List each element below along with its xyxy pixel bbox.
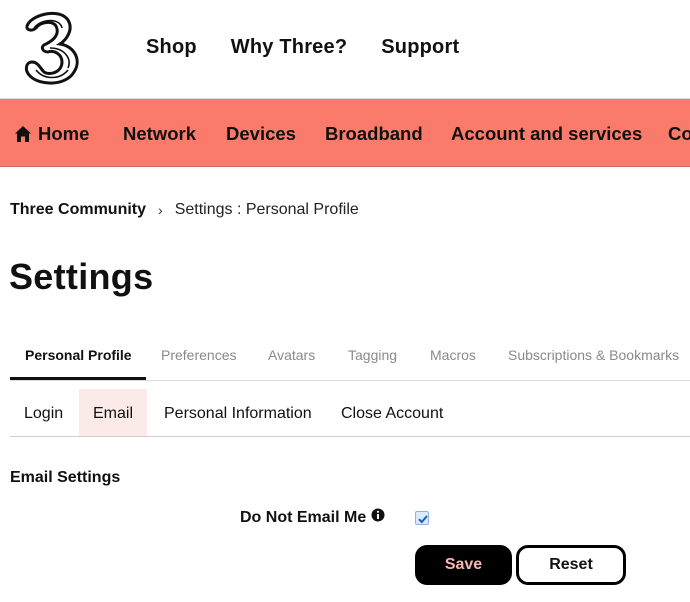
page-title: Settings (9, 256, 154, 297)
subtab-personal-information[interactable]: Personal Information (150, 389, 326, 436)
do-not-email-checkbox[interactable] (415, 511, 429, 525)
main-nav: Home Network Devices Broadband Account a… (0, 98, 690, 167)
info-icon[interactable] (371, 508, 385, 527)
nav-home-label: Home (38, 123, 90, 144)
nav-devices[interactable]: Devices (226, 123, 296, 145)
home-icon (15, 126, 31, 142)
nav-home[interactable]: Home (14, 123, 89, 145)
nav-community[interactable]: Co (668, 123, 690, 145)
three-logo[interactable] (20, 10, 82, 86)
nav-network[interactable]: Network (123, 123, 196, 145)
tab-personal-profile[interactable]: Personal Profile (25, 347, 132, 363)
tab-avatars[interactable]: Avatars (268, 347, 315, 363)
checkmark-icon (418, 515, 428, 524)
breadcrumb-separator: › (158, 202, 163, 218)
nav-shop-link[interactable]: Shop (146, 36, 197, 59)
email-settings-heading: Email Settings (10, 469, 121, 486)
nav-broadband[interactable]: Broadband (325, 123, 423, 145)
tab-tagging[interactable]: Tagging (348, 347, 397, 363)
breadcrumb-current: Settings : Personal Profile (174, 201, 359, 218)
breadcrumb: Three Community › Settings : Personal Pr… (10, 201, 359, 219)
subtab-login[interactable]: Login (10, 389, 77, 436)
settings-tabs: Personal Profile Preferences Avatars Tag… (10, 335, 690, 381)
subtab-close-account[interactable]: Close Account (327, 389, 457, 436)
top-nav: Shop Why Three? Support (146, 36, 493, 59)
tab-subscriptions-bookmarks[interactable]: Subscriptions & Bookmarks (508, 347, 679, 363)
tab-macros[interactable]: Macros (430, 347, 476, 363)
save-button[interactable]: Save (415, 545, 512, 585)
top-header: Shop Why Three? Support (0, 0, 690, 98)
tab-preferences[interactable]: Preferences (161, 347, 236, 363)
breadcrumb-root-link[interactable]: Three Community (10, 201, 146, 219)
nav-account-services[interactable]: Account and services (451, 123, 642, 145)
nav-why-three-link[interactable]: Why Three? (231, 36, 347, 59)
nav-support-link[interactable]: Support (381, 36, 459, 59)
active-tab-indicator (10, 377, 146, 380)
do-not-email-label: Do Not Email Me (240, 508, 367, 526)
reset-button[interactable]: Reset (516, 545, 626, 585)
profile-subtabs: Login Email Personal Information Close A… (10, 389, 690, 437)
subtab-email[interactable]: Email (79, 389, 148, 436)
do-not-email-field: Do Not Email Me (240, 508, 385, 527)
